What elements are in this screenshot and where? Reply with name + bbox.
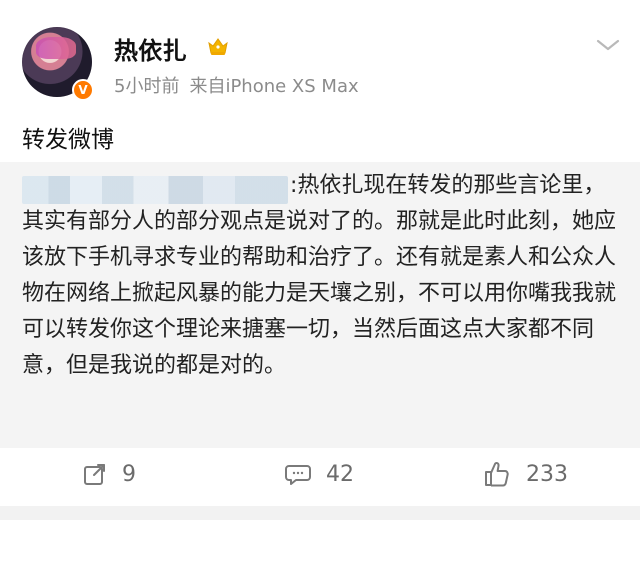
repost-icon	[84, 464, 105, 485]
section-divider	[0, 506, 640, 520]
like-icon	[485, 461, 509, 487]
post-meta: 5小时前 来自iPhone XS Max	[114, 72, 359, 98]
post-caption: 转发微博	[22, 127, 114, 153]
post-source: 来自iPhone XS Max	[189, 76, 359, 97]
like-button[interactable]: 233	[482, 448, 568, 500]
comment-count: 42	[326, 461, 354, 487]
username[interactable]: 热依扎	[114, 31, 187, 66]
post-actions: 9 42 233	[0, 448, 640, 500]
comment-icon	[285, 465, 311, 485]
weibo-post: V 热依扎 5小时前 来自iPhone XS Max 转发微博 :热依扎现在转发的…	[0, 0, 640, 521]
verified-badge: V	[72, 79, 94, 101]
repost-text: :热依扎现在转发的那些言论里，其实有部分人的部分观点是说对了的。那就是此时此刻，…	[22, 168, 618, 384]
repost-button[interactable]: 9	[82, 448, 136, 500]
crown-icon	[208, 38, 228, 55]
post-time: 5小时前	[114, 76, 180, 97]
repost-count: 9	[122, 461, 136, 487]
like-count: 233	[526, 461, 568, 487]
next-card-strip	[0, 520, 640, 563]
chevron-down-icon[interactable]	[594, 36, 622, 54]
comment-button[interactable]: 42	[284, 448, 354, 500]
repost-body: :热依扎现在转发的那些言论里，其实有部分人的部分观点是说对了的。那就是此时此刻，…	[22, 173, 617, 378]
